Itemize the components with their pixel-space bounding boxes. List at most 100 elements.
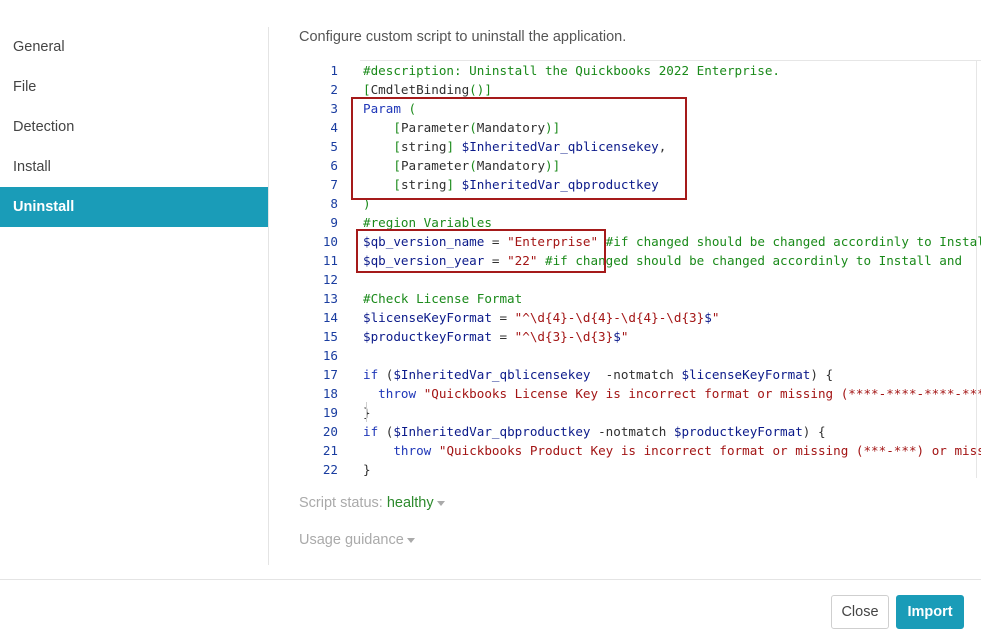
code-line: 1 #description: Uninstall the Quickbooks …	[320, 61, 981, 80]
code-text: [string] $InheritedVar_qblicensekey,	[363, 137, 666, 156]
line-number: 11	[322, 253, 338, 268]
code-line: 22}	[320, 460, 981, 478]
code-text: #Check License Format	[363, 289, 522, 308]
code-text: }	[363, 460, 371, 478]
footer-divider	[0, 579, 981, 580]
sidebar-item-detection[interactable]: Detection	[0, 107, 268, 147]
code-token: =	[491, 329, 515, 344]
code-line: 11 $qb_version_year = "22" #if changed sh…	[320, 251, 981, 270]
code-token: $qb_version_year	[363, 253, 485, 268]
code-token: Param	[363, 101, 401, 116]
line-number: 2	[330, 82, 338, 97]
code-token: "22"	[507, 253, 538, 268]
line-number: 19	[322, 405, 338, 420]
sidebar-nav: General File Detection Install Uninstall	[0, 27, 268, 227]
code-line: 15 $productkeyFormat = "^\d{3}-\d{3}$"	[320, 327, 981, 346]
code-line: 12	[320, 270, 981, 289]
code-token: )]	[545, 120, 561, 135]
code-token: $licenseKeyFormat	[363, 310, 492, 325]
line-number: 15	[322, 329, 338, 344]
code-token: [	[393, 120, 401, 135]
line-number: 8	[330, 196, 338, 211]
line-number: 17	[322, 367, 338, 382]
code-token: $licenseKeyFormat	[681, 367, 811, 382]
code-token: }	[363, 462, 371, 477]
line-number: 1	[330, 63, 338, 78]
script-editor[interactable]: 1 #description: Uninstall the Quickbooks …	[320, 60, 981, 478]
code-token: Parameter	[400, 158, 470, 173]
code-token: string	[400, 177, 447, 192]
page-description: Configure custom script to uninstall the…	[299, 29, 627, 45]
code-text: Param (	[363, 99, 416, 118]
indent-guide	[366, 402, 367, 422]
code-text: $qb_version_name = "Enterprise" #if chan…	[363, 232, 981, 251]
code-token: $productkeyFormat	[673, 424, 803, 439]
sidebar-item-file[interactable]: File	[0, 67, 268, 107]
code-token: [	[363, 82, 371, 97]
code-token: $InheritedVar_qbproductkey	[393, 424, 591, 439]
code-line: 20 if ($InheritedVar_qbproductkey -notmat…	[320, 422, 981, 441]
code-line: 2 [CmdletBinding()]	[320, 80, 981, 99]
code-line: 9 #region Variables	[320, 213, 981, 232]
line-number: 10	[322, 234, 338, 249]
code-token: string	[400, 139, 447, 154]
code-token: ) {	[810, 367, 834, 382]
code-line: 13 #Check License Format	[320, 289, 981, 308]
code-line: 4 [Parameter(Mandatory)]	[320, 118, 981, 137]
code-token: -notmatch	[590, 424, 674, 439]
line-number: 20	[322, 424, 338, 439]
import-button[interactable]: Import	[896, 595, 964, 629]
code-text: $productkeyFormat = "^\d{3}-\d{3}$"	[363, 327, 628, 346]
code-token: =	[491, 310, 515, 325]
code-text: $licenseKeyFormat = "^\d{4}-\d{4}-\d{4}-…	[363, 308, 719, 327]
code-token: $InheritedVar_qblicensekey	[393, 367, 591, 382]
code-text: )	[363, 194, 371, 213]
script-status[interactable]: Script status: healthy	[299, 494, 445, 512]
code-token: "^\d{3}-\d{3}	[514, 329, 614, 344]
line-number: 12	[322, 272, 338, 287]
code-text: [Parameter(Mandatory)]	[363, 156, 560, 175]
code-token: #if changed should be changed accordinly…	[605, 234, 981, 249]
code-token: (	[408, 101, 417, 116]
code-text: throw "Quickbooks License Key is incorre…	[363, 384, 981, 403]
code-line: 7 [string] $InheritedVar_qbproductkey	[320, 175, 981, 194]
code-token: ]	[446, 139, 455, 154]
code-line: 3 Param (	[320, 99, 981, 118]
code-token: ()]	[469, 82, 492, 97]
script-status-value: healthy	[386, 495, 434, 511]
close-button[interactable]: Close	[831, 595, 889, 629]
code-token: ,	[658, 139, 667, 154]
code-token: #description: Uninstall the Quickbooks 2…	[363, 63, 781, 78]
code-token: $	[704, 310, 712, 325]
line-number: 21	[322, 443, 338, 458]
sidebar-divider	[268, 27, 269, 565]
caret-down-icon	[406, 537, 415, 543]
code-line: 19}	[320, 403, 981, 422]
code-token: (	[378, 367, 394, 382]
line-number: 4	[330, 120, 338, 135]
line-number: 18	[322, 386, 338, 401]
code-text: [CmdletBinding()]	[363, 80, 492, 99]
code-text: throw "Quickbooks Product Key is incorre…	[363, 441, 981, 460]
sidebar-item-uninstall[interactable]: Uninstall	[0, 187, 268, 227]
caret-down-icon	[436, 500, 445, 506]
code-line: 21 throw "Quickbooks Product Key is inco…	[320, 441, 981, 460]
code-text: #description: Uninstall the Quickbooks 2…	[363, 61, 780, 80]
code-token: ) {	[802, 424, 826, 439]
line-number: 7	[330, 177, 338, 192]
code-token: (	[378, 424, 394, 439]
sidebar-item-general[interactable]: General	[0, 27, 268, 67]
sidebar-item-install[interactable]: Install	[0, 147, 268, 187]
line-number: 14	[322, 310, 338, 325]
code-token: $InheritedVar_qbproductkey	[461, 177, 659, 192]
code-token: Mandatory	[476, 120, 546, 135]
usage-guidance-toggle[interactable]: Usage guidance	[299, 531, 415, 549]
